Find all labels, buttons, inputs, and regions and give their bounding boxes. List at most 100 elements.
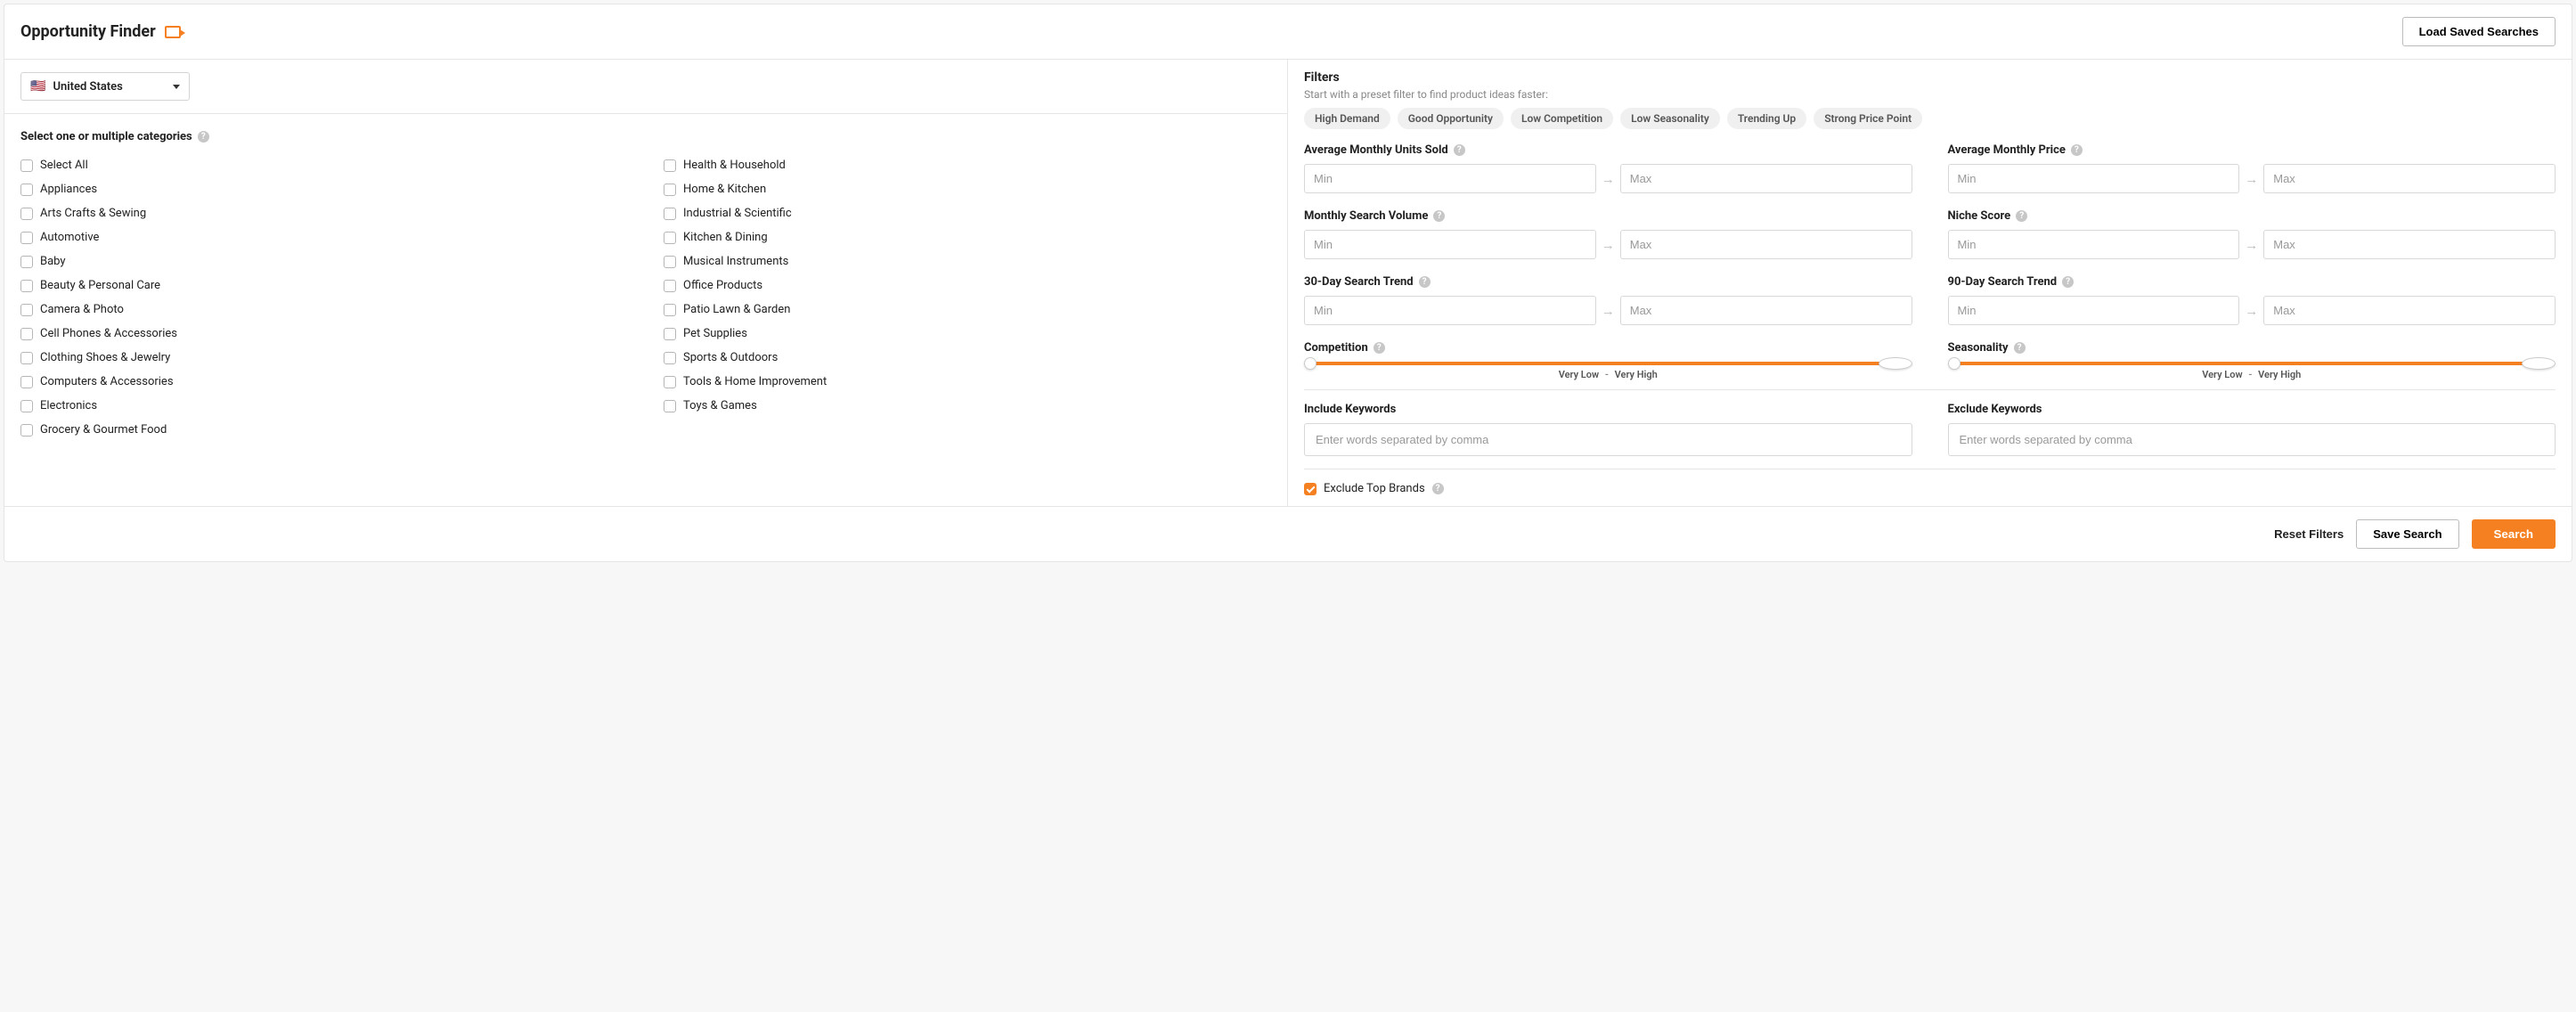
country-select[interactable]: 🇺🇸 United States [20,72,190,101]
seasonality-slider[interactable] [1954,362,2550,365]
category-checkbox[interactable] [20,400,33,412]
help-icon[interactable]: ? [1419,276,1431,288]
trend30-min[interactable] [1304,296,1596,325]
category-row[interactable]: Musical Instruments [664,252,1271,271]
category-checkbox[interactable] [20,376,33,388]
slider-thumb-left[interactable] [1304,357,1317,370]
load-saved-searches-button[interactable]: Load Saved Searches [2402,17,2556,46]
help-icon[interactable]: ? [2014,342,2026,354]
help-icon[interactable]: ? [1432,483,1444,494]
category-checkbox[interactable] [20,184,33,196]
help-icon[interactable]: ? [2071,144,2083,156]
category-row[interactable]: Sports & Outdoors [664,348,1271,367]
avg-price-max[interactable] [2263,164,2556,193]
exclude-brands-checkbox[interactable] [1304,483,1317,495]
category-row[interactable]: Camera & Photo [20,300,628,319]
slider-thumb-left[interactable] [1948,357,1961,370]
preset-chip[interactable]: Trending Up [1727,108,1806,129]
arrow-right-icon: → [2243,237,2260,253]
preset-chip[interactable]: High Demand [1304,108,1390,129]
units-sold-min[interactable] [1304,164,1596,193]
category-row[interactable]: Select All [20,156,628,175]
category-row[interactable]: Tools & Home Improvement [664,372,1271,391]
units-sold-max[interactable] [1620,164,1912,193]
category-checkbox[interactable] [664,208,676,220]
left-panel: 🇺🇸 United States Select one or multiple … [4,60,1288,506]
category-row[interactable]: Appliances [20,180,628,199]
exclude-brands-row: Exclude Top Brands ? [1304,469,2556,506]
niche-max[interactable] [2263,230,2556,259]
category-row[interactable]: Arts Crafts & Sewing [20,204,628,223]
category-checkbox[interactable] [664,159,676,172]
search-button[interactable]: Search [2472,519,2556,549]
help-icon[interactable]: ? [1433,210,1445,222]
arrow-right-icon: → [2243,303,2260,319]
preset-chip[interactable]: Low Seasonality [1620,108,1720,129]
category-row[interactable]: Electronics [20,396,628,415]
category-checkbox[interactable] [20,328,33,340]
preset-chip[interactable]: Low Competition [1511,108,1613,129]
country-selected: United States [53,80,122,94]
reset-filters-button[interactable]: Reset Filters [2274,527,2344,541]
category-label: Cell Phones & Accessories [40,327,177,340]
category-checkbox[interactable] [20,208,33,220]
category-row[interactable]: Grocery & Gourmet Food [20,420,628,439]
preset-chip[interactable]: Good Opportunity [1398,108,1504,129]
category-row[interactable]: Clothing Shoes & Jewelry [20,348,628,367]
category-col-2: Health & Household Home & Kitchen Industri… [664,156,1271,439]
search-volume-max[interactable] [1620,230,1912,259]
category-checkbox[interactable] [664,352,676,364]
category-checkbox[interactable] [664,400,676,412]
category-row[interactable]: Patio Lawn & Garden [664,300,1271,319]
include-keywords-input[interactable] [1304,423,1912,456]
exclude-keywords-input[interactable] [1948,423,2556,456]
help-icon[interactable]: ? [2062,276,2074,288]
video-icon[interactable] [165,26,181,38]
category-checkbox[interactable] [664,184,676,196]
category-checkbox[interactable] [664,328,676,340]
category-label: Pet Supplies [683,327,747,340]
category-checkbox[interactable] [20,424,33,437]
category-row[interactable]: Baby [20,252,628,271]
category-row[interactable]: Cell Phones & Accessories [20,324,628,343]
save-search-button[interactable]: Save Search [2356,519,2458,549]
help-icon[interactable]: ? [1454,144,1465,156]
competition-slider[interactable] [1310,362,1906,365]
category-checkbox[interactable] [20,256,33,268]
category-row[interactable]: Kitchen & Dining [664,228,1271,247]
help-icon[interactable]: ? [198,131,209,143]
category-checkbox[interactable] [664,280,676,292]
category-checkbox[interactable] [664,256,676,268]
category-checkbox[interactable] [664,376,676,388]
trend30-max[interactable] [1620,296,1912,325]
trend90-max[interactable] [2263,296,2556,325]
category-checkbox[interactable] [20,159,33,172]
category-checkbox[interactable] [20,352,33,364]
category-row[interactable]: Health & Household [664,156,1271,175]
category-row[interactable]: Home & Kitchen [664,180,1271,199]
niche-min[interactable] [1948,230,2240,259]
category-row[interactable]: Toys & Games [664,396,1271,415]
help-icon[interactable]: ? [1374,342,1385,354]
category-checkbox[interactable] [20,304,33,316]
category-row[interactable]: Pet Supplies [664,324,1271,343]
category-row[interactable]: Computers & Accessories [20,372,628,391]
search-volume-min[interactable] [1304,230,1596,259]
trend90-min[interactable] [1948,296,2240,325]
category-row[interactable]: Industrial & Scientific [664,204,1271,223]
category-label: Clothing Shoes & Jewelry [40,351,170,364]
page-title: Opportunity Finder [20,22,156,41]
category-row[interactable]: Automotive [20,228,628,247]
category-checkbox[interactable] [20,232,33,244]
help-icon[interactable]: ? [2016,210,2027,222]
category-checkbox[interactable] [20,280,33,292]
category-checkbox[interactable] [664,232,676,244]
slider-thumb-right[interactable] [1879,357,1912,370]
avg-price-min[interactable] [1948,164,2240,193]
preset-chip[interactable]: Strong Price Point [1814,108,1922,129]
trend90-field: 90-Day Search Trend? → [1948,275,2556,325]
category-checkbox[interactable] [664,304,676,316]
category-row[interactable]: Beauty & Personal Care [20,276,628,295]
category-row[interactable]: Office Products [664,276,1271,295]
slider-thumb-right[interactable] [2522,357,2556,370]
